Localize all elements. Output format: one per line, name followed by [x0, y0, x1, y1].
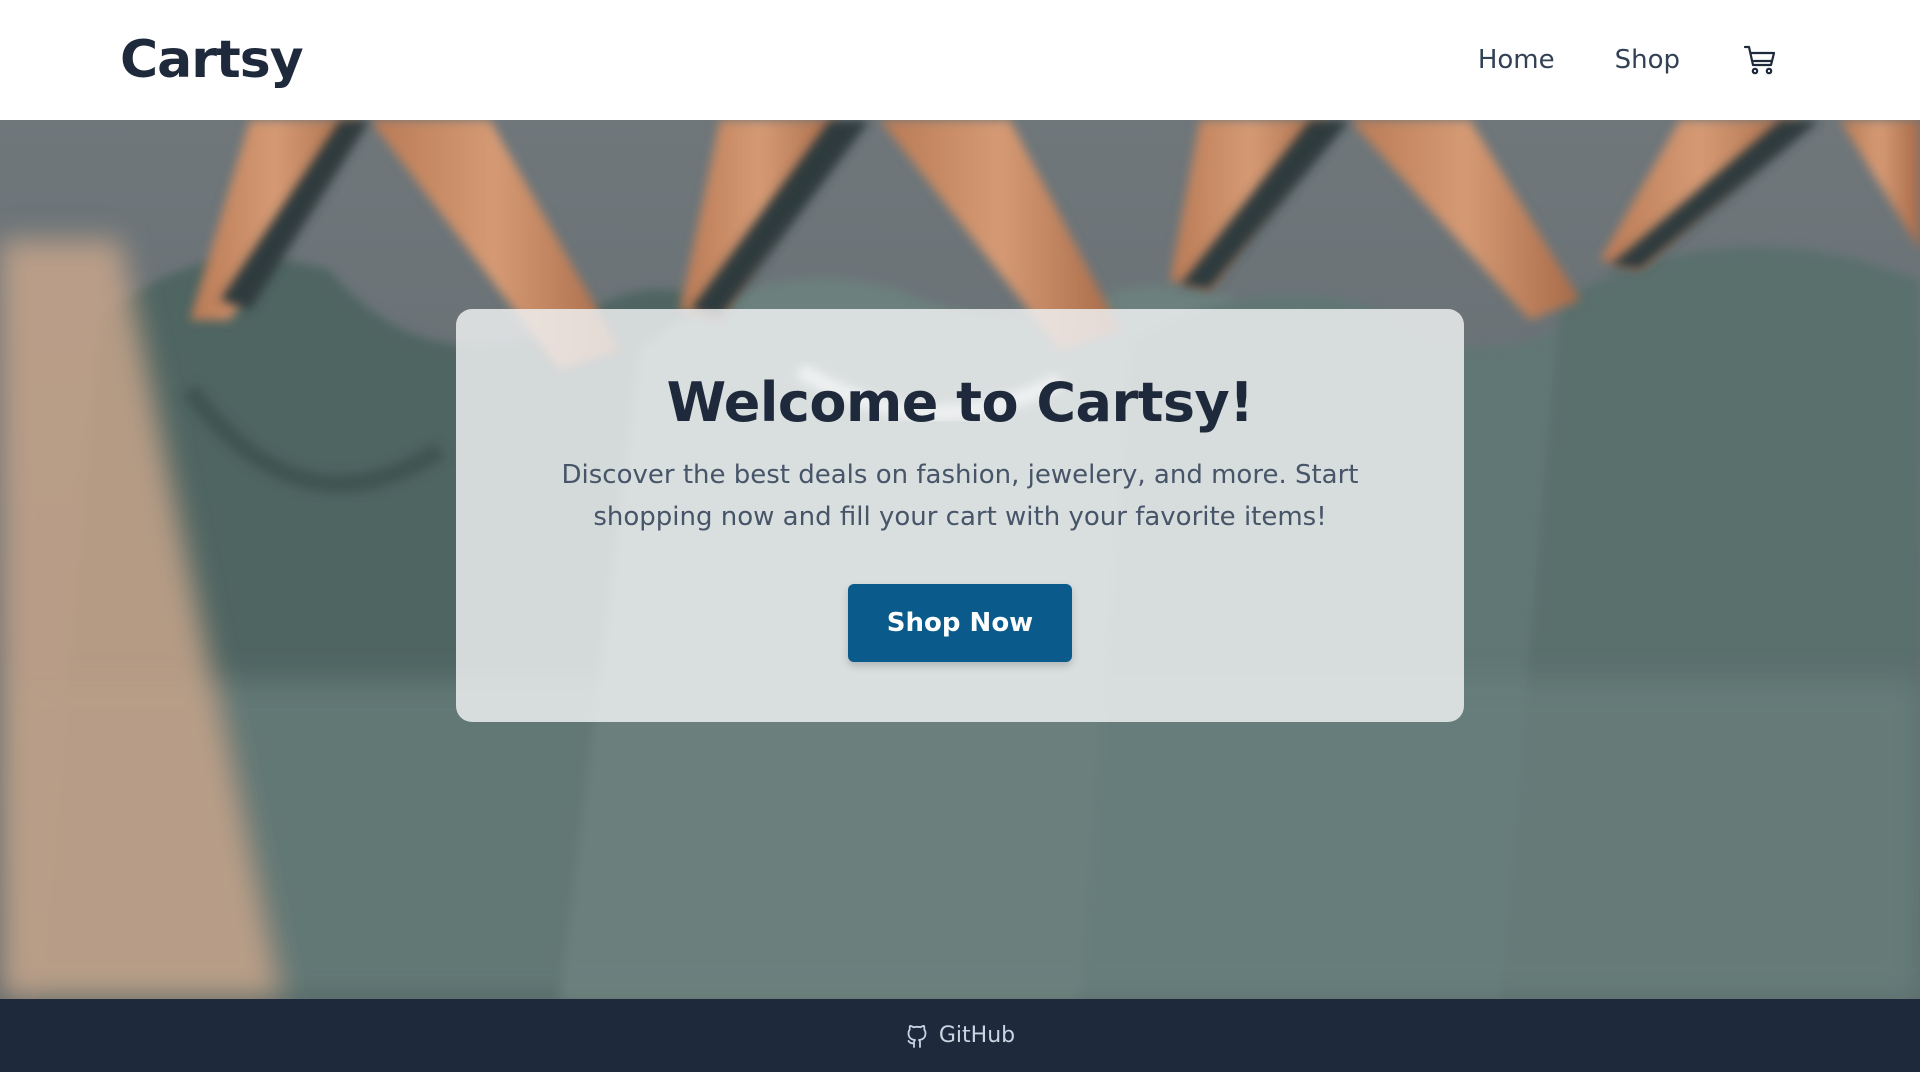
nav-link-home[interactable]: Home	[1478, 45, 1555, 75]
hero-title: Welcome to Cartsy!	[666, 371, 1254, 434]
github-link[interactable]: GitHub	[905, 1023, 1015, 1049]
hero-description: Discover the best deals on fashion, jewe…	[561, 460, 1359, 532]
github-icon	[907, 1024, 927, 1048]
nav-link-shop[interactable]: Shop	[1615, 45, 1680, 75]
github-label: GitHub	[938, 1023, 1016, 1048]
cart-button[interactable]	[1740, 40, 1780, 80]
site-footer: GitHub	[0, 999, 1920, 1072]
brand-logo[interactable]: Cartsy	[120, 30, 304, 90]
cart-icon	[1743, 45, 1776, 75]
shop-now-button[interactable]: Shop Now	[848, 584, 1072, 662]
hero-section: Welcome to Cartsy! Discover the best dea…	[0, 120, 1920, 999]
welcome-card: Welcome to Cartsy! Discover the best dea…	[456, 309, 1464, 722]
site-header: Cartsy Home Shop	[0, 0, 1920, 120]
main-nav: Home Shop	[1478, 40, 1780, 80]
